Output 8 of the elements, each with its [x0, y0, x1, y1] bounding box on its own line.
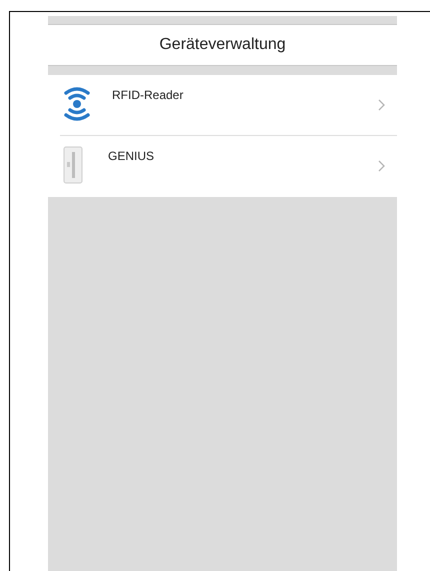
chevron-right-icon	[378, 160, 385, 172]
chevron-right-icon	[378, 99, 385, 111]
device-name: RFID-Reader	[112, 87, 184, 104]
device-row[interactable]: RFID-Reader	[60, 75, 397, 136]
wireless-signal-icon	[64, 85, 90, 123]
device-name: GENIUS	[108, 148, 154, 165]
page-title: Geräteverwaltung	[159, 35, 286, 55]
device-row[interactable]: GENIUS	[48, 136, 397, 197]
